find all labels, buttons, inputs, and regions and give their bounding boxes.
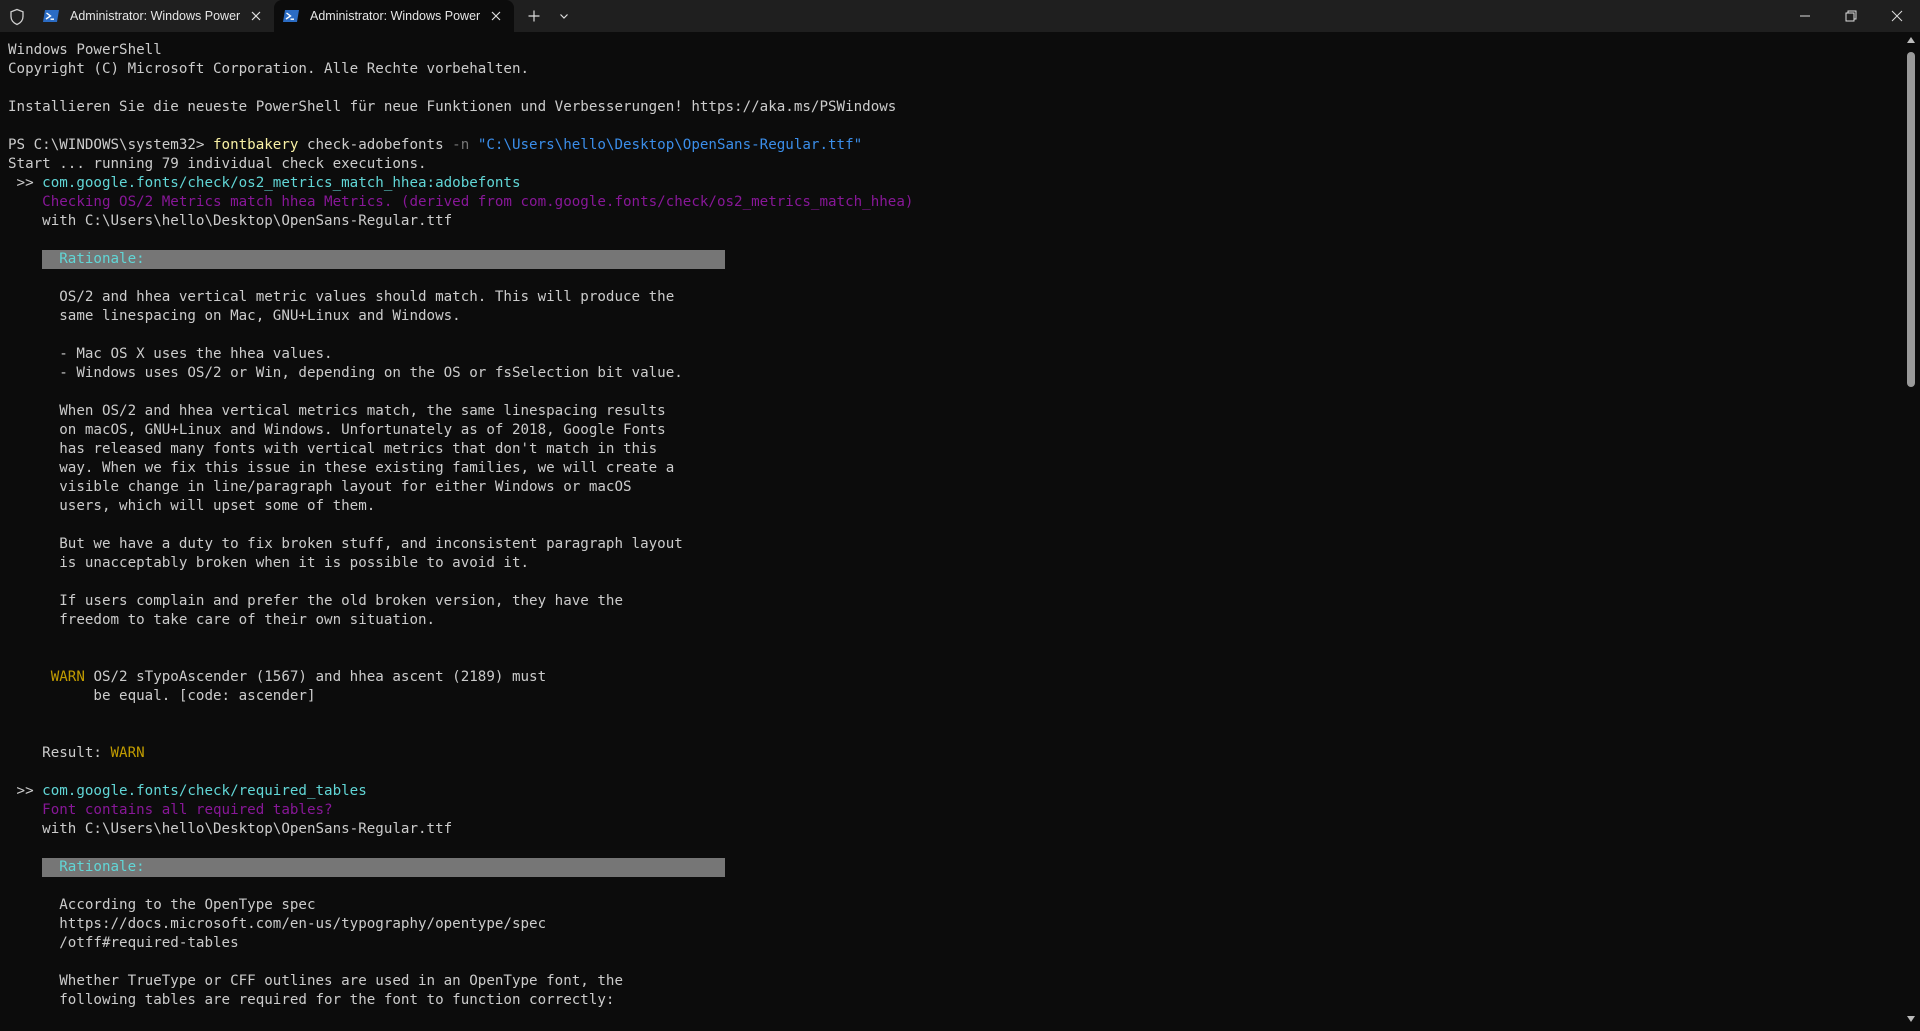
warn-line: be equal. [code: ascender] [93, 688, 316, 704]
rationale-line: same linespacing on Mac, GNU+Linux and W… [59, 308, 461, 324]
command-path: "C:\Users\hello\Desktop\OpenSans-Regular… [477, 137, 863, 153]
rationale-line [8, 953, 1900, 972]
command-flag: -n [452, 137, 470, 153]
terminal-line: Copyright (C) Microsoft Corporation. All… [8, 61, 530, 77]
check-id: com.google.fonts/check/os2_metrics_match… [42, 175, 521, 191]
rationale-line: OS/2 and hhea vertical metric values sho… [59, 289, 675, 305]
terminal-line: Start ... running 79 individual check ex… [8, 156, 427, 172]
check-with: with C:\Users\hello\Desktop\OpenSans-Reg… [42, 213, 453, 229]
warn-label: WARN [50, 669, 85, 685]
chevron-down-icon [560, 14, 568, 19]
rationale-line: Whether TrueType or CFF outlines are use… [59, 973, 623, 989]
rationale-line: users, which will upset some of them. [59, 498, 376, 514]
rationale-line: If users complain and prefer the old bro… [59, 593, 623, 609]
command-line: PS C:\WINDOWS\system32> fontbakery check… [8, 136, 1900, 155]
scroll-up-arrow-icon[interactable] [1906, 36, 1916, 44]
terminal-output[interactable]: Windows PowerShell Copyright (C) Microsof… [0, 32, 1900, 1031]
restore-icon [1845, 10, 1857, 22]
terminal-line: Windows PowerShell [8, 42, 162, 58]
rationale-bar: Rationale: [42, 858, 726, 877]
check-description: Checking OS/2 Metrics match hhea Metrics… [42, 194, 914, 210]
powershell-icon [283, 10, 299, 22]
scrollbar-thumb[interactable] [1907, 52, 1915, 387]
rationale-bar: Rationale: [42, 250, 726, 269]
tab-powershell-2-active[interactable]: Administrator: Windows PowerShell [274, 0, 514, 32]
rationale-line: But we have a duty to fix broken stuff, … [59, 536, 683, 552]
rationale-line: way. When we fix this issue in these exi… [59, 460, 675, 476]
rationale-line [8, 326, 1900, 345]
rationale-line [8, 516, 1900, 535]
rationale-line: When OS/2 and hhea vertical metrics matc… [59, 403, 666, 419]
prompt: PS C:\WINDOWS\system32> [8, 137, 213, 153]
rationale-line: on macOS, GNU+Linux and Windows. Unfortu… [59, 422, 666, 438]
check-header: >> com.google.fonts/check/os2_metrics_ma… [8, 174, 1900, 193]
rationale-line [8, 573, 1900, 592]
rationale-line: has released many fonts with vertical me… [59, 441, 658, 457]
rationale-line: According to the OpenType spec [59, 897, 316, 913]
rationale-line: - Windows uses OS/2 or Win, depending on… [59, 365, 683, 381]
tab-title: Administrator: Windows PowerShell [70, 9, 240, 23]
rationale-line: /otff#required-tables [59, 935, 239, 951]
tab-dropdown-button[interactable] [554, 6, 574, 26]
close-tab-icon[interactable] [248, 8, 264, 24]
close-tab-icon[interactable] [488, 8, 504, 24]
warn-line: WARN OS/2 sTypoAscender (1567) and hhea … [50, 669, 547, 685]
terminal-line: Installieren Sie die neueste PowerShell … [8, 99, 897, 115]
check-marker: >> [8, 175, 43, 191]
check-with: with C:\Users\hello\Desktop\OpenSans-Reg… [42, 821, 453, 837]
minimize-icon [1800, 15, 1810, 17]
rationale-line: https://docs.microsoft.com/en-us/typogra… [59, 916, 547, 932]
rationale-header: Rationale: [8, 858, 1900, 877]
check-marker: >> [8, 783, 43, 799]
rationale-line: - Mac OS X uses the hhea values. [59, 346, 333, 362]
title-bar: Administrator: Windows PowerShell Admini… [0, 0, 1920, 32]
rationale-header: Rationale: [8, 250, 1900, 269]
plus-icon [528, 10, 540, 22]
close-icon [1891, 10, 1903, 22]
close-window-button[interactable] [1874, 0, 1920, 32]
new-tab-button[interactable] [524, 6, 544, 26]
check-description: Font contains all required tables? [42, 802, 333, 818]
rationale-line [8, 383, 1900, 402]
vertical-scrollbar[interactable] [1902, 32, 1920, 1031]
command-name: fontbakery [213, 137, 299, 153]
command-subcommand: check-adobefonts [298, 137, 453, 153]
powershell-icon [43, 10, 59, 22]
check-header: >> com.google.fonts/check/required_table… [8, 782, 1900, 801]
rationale-line: visible change in line/paragraph layout … [59, 479, 632, 495]
rationale-line: is unacceptably broken when it is possib… [59, 555, 530, 571]
tab-powershell-1[interactable]: Administrator: Windows PowerShell [34, 0, 270, 32]
scroll-down-arrow-icon[interactable] [1906, 1015, 1916, 1023]
result-line: Result: WARN [42, 745, 145, 761]
rationale-line: following tables are required for the fo… [59, 992, 615, 1008]
tab-title: Administrator: Windows PowerShell [310, 9, 480, 23]
check-id: com.google.fonts/check/required_tables [42, 783, 367, 799]
rationale-line: freedom to take care of their own situat… [59, 612, 436, 628]
restore-button[interactable] [1828, 0, 1874, 32]
shield-icon [10, 8, 24, 26]
result-value: WARN [110, 745, 145, 761]
minimize-button[interactable] [1782, 0, 1828, 32]
